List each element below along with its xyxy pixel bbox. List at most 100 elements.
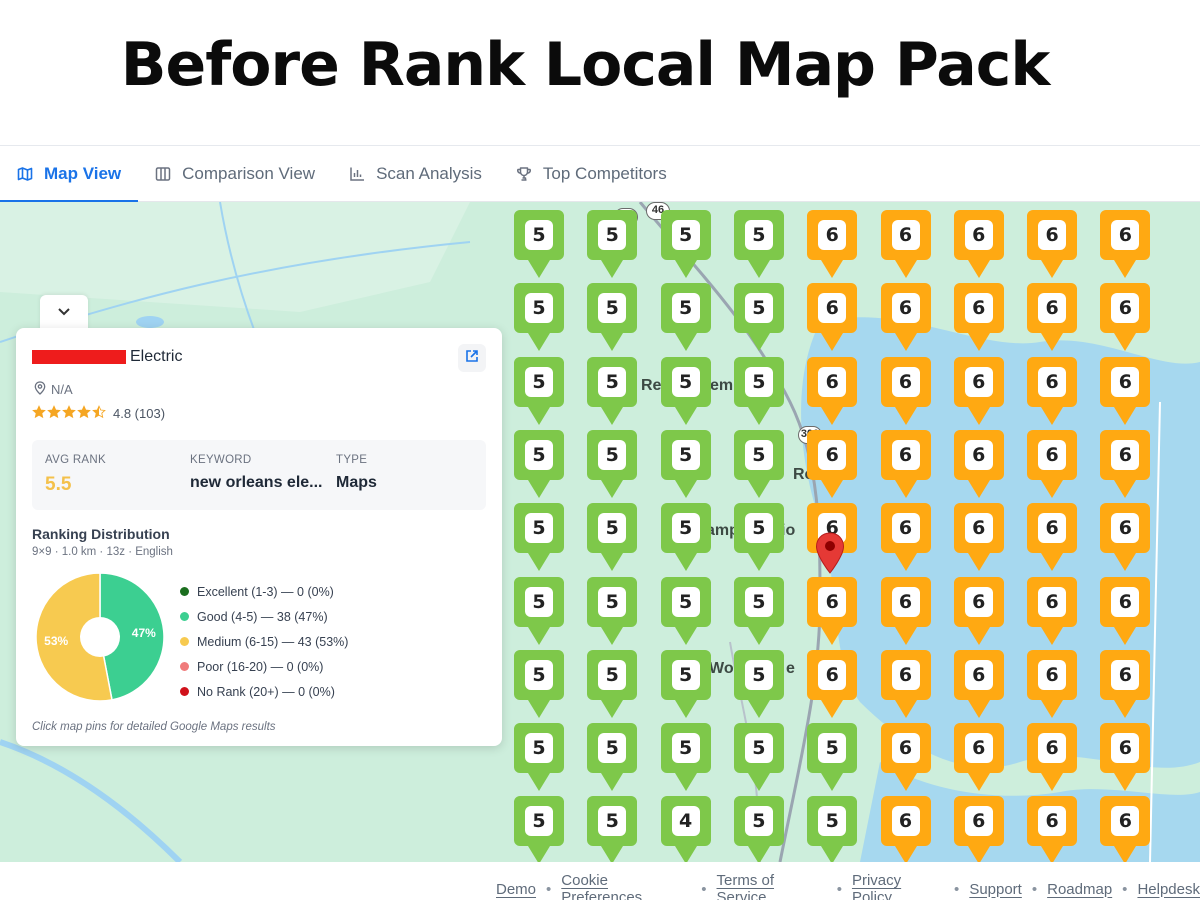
rank-pin[interactable]: 6 (953, 210, 1004, 280)
rank-pin[interactable]: 5 (587, 210, 638, 280)
rank-pin[interactable]: 5 (733, 649, 784, 720)
rank-pin[interactable]: 5 (660, 210, 711, 280)
footer-link[interactable]: Privacy Policy (852, 872, 944, 900)
rank-pin[interactable]: 6 (1100, 356, 1151, 427)
rank-value: 6 (891, 586, 920, 617)
rank-pin[interactable]: 5 (587, 356, 638, 427)
rank-pin[interactable]: 5 (514, 649, 564, 720)
rank-pin[interactable]: 5 (660, 649, 711, 720)
rank-pin[interactable]: 6 (1100, 723, 1151, 793)
rank-pin[interactable]: 5 (514, 723, 564, 793)
rank-pin[interactable]: 6 (953, 576, 1004, 647)
rank-pin[interactable]: 4 (660, 796, 711, 862)
rank-pin[interactable]: 5 (514, 283, 564, 353)
rank-pin[interactable]: 5 (660, 283, 711, 353)
rank-pin[interactable]: 5 (587, 283, 638, 353)
rank-pin[interactable]: 6 (1027, 283, 1078, 353)
rank-pin[interactable]: 6 (807, 356, 858, 427)
rank-pin[interactable]: 5 (733, 503, 784, 573)
rank-pin[interactable]: 5 (514, 503, 564, 573)
rank-pin[interactable]: 5 (733, 796, 784, 862)
rank-pin[interactable]: 6 (880, 796, 931, 862)
rank-pin[interactable]: 5 (660, 429, 711, 500)
rank-pin[interactable]: 6 (807, 210, 858, 280)
tab-map-view[interactable]: Map View (0, 146, 139, 203)
rank-value: 6 (1038, 586, 1067, 617)
rank-pin[interactable]: 5 (587, 429, 638, 500)
rank-pin[interactable]: 5 (807, 723, 858, 793)
rank-pin[interactable]: 6 (880, 356, 931, 427)
rank-pin[interactable]: 5 (660, 503, 711, 573)
rank-pin[interactable]: 6 (1027, 649, 1078, 720)
footer-link[interactable]: Helpdesk (1137, 881, 1200, 898)
rank-value: 6 (964, 439, 993, 470)
rank-pin[interactable]: 6 (880, 210, 931, 280)
rank-pin[interactable]: 6 (953, 723, 1004, 793)
rank-pin[interactable]: 6 (1100, 796, 1151, 862)
rank-pin[interactable]: 6 (953, 796, 1004, 862)
rank-pin[interactable]: 6 (953, 649, 1004, 720)
rank-pin[interactable]: 6 (1100, 503, 1151, 573)
tab-comparison-view[interactable]: Comparison View (138, 146, 332, 202)
rank-pin[interactable]: 5 (807, 796, 858, 862)
rank-pin[interactable]: 6 (953, 283, 1004, 353)
footer-link[interactable]: Demo (496, 881, 536, 898)
rank-pin[interactable]: 5 (514, 429, 564, 500)
rank-pin[interactable]: 6 (807, 576, 858, 647)
rank-pin[interactable]: 5 (733, 723, 784, 793)
rank-pin[interactable]: 5 (733, 576, 784, 647)
rank-pin[interactable]: 5 (514, 796, 564, 862)
rank-pin[interactable]: 6 (1100, 429, 1151, 500)
rank-pin[interactable]: 5 (660, 356, 711, 427)
collapse-panel-button[interactable] (40, 295, 88, 331)
rank-pin[interactable]: 5 (660, 723, 711, 793)
rank-pin[interactable]: 5 (733, 210, 784, 280)
rank-pin[interactable]: 6 (880, 283, 931, 353)
rank-pin[interactable]: 5 (587, 576, 638, 647)
rank-pin[interactable]: 5 (514, 576, 564, 647)
footer-link[interactable]: Roadmap (1047, 881, 1112, 898)
rank-pin[interactable]: 5 (514, 356, 564, 427)
rank-pin[interactable]: 6 (953, 503, 1004, 573)
rank-pin[interactable]: 6 (880, 429, 931, 500)
rank-pin[interactable]: 6 (807, 649, 858, 720)
rank-pin[interactable]: 6 (1100, 576, 1151, 647)
rank-pin[interactable]: 6 (880, 723, 931, 793)
rank-pin[interactable]: 6 (880, 576, 931, 647)
rank-pin[interactable]: 6 (880, 649, 931, 720)
footer-link[interactable]: Terms of Service (717, 872, 827, 900)
rank-pin[interactable]: 6 (1027, 429, 1078, 500)
rank-pin[interactable]: 6 (880, 503, 931, 573)
tab-scan-analysis[interactable]: Scan Analysis (332, 146, 499, 202)
rank-pin[interactable]: 6 (1100, 283, 1151, 353)
rank-pin[interactable]: 6 (1027, 503, 1078, 573)
rank-pin[interactable]: 5 (587, 503, 638, 573)
open-external-button[interactable] (458, 344, 486, 372)
rank-pin[interactable]: 5 (587, 649, 638, 720)
map-hint: Click map pins for detailed Google Maps … (32, 721, 276, 733)
rank-pin[interactable]: 6 (807, 429, 858, 500)
rank-value: 6 (1111, 293, 1140, 324)
location-marker-icon[interactable] (815, 532, 845, 574)
tab-top-competitors[interactable]: Top Competitors (499, 146, 684, 202)
rank-pin[interactable]: 6 (1027, 356, 1078, 427)
rank-pin[interactable]: 6 (807, 283, 858, 353)
rank-pin[interactable]: 6 (1027, 796, 1078, 862)
rank-pin[interactable]: 5 (587, 723, 638, 793)
rank-pin[interactable]: 6 (1100, 210, 1151, 280)
rank-pin[interactable]: 5 (733, 429, 784, 500)
rank-pin[interactable]: 6 (953, 429, 1004, 500)
footer-link[interactable]: Support (969, 881, 1022, 898)
rank-pin[interactable]: 5 (514, 210, 564, 280)
footer-link[interactable]: Cookie Preferences (561, 872, 691, 900)
rank-pin[interactable]: 6 (1027, 210, 1078, 280)
rank-pin[interactable]: 6 (1027, 723, 1078, 793)
rank-pin[interactable]: 6 (1100, 649, 1151, 720)
rank-pin[interactable]: 6 (953, 356, 1004, 427)
rank-pin[interactable]: 5 (733, 356, 784, 427)
rank-pin[interactable]: 5 (733, 283, 784, 353)
rank-pin[interactable]: 5 (660, 576, 711, 647)
rank-pin[interactable]: 6 (1027, 576, 1078, 647)
rank-pin[interactable]: 5 (587, 796, 638, 862)
legend-item: Poor (16-20) — 0 (0%) (180, 654, 348, 679)
